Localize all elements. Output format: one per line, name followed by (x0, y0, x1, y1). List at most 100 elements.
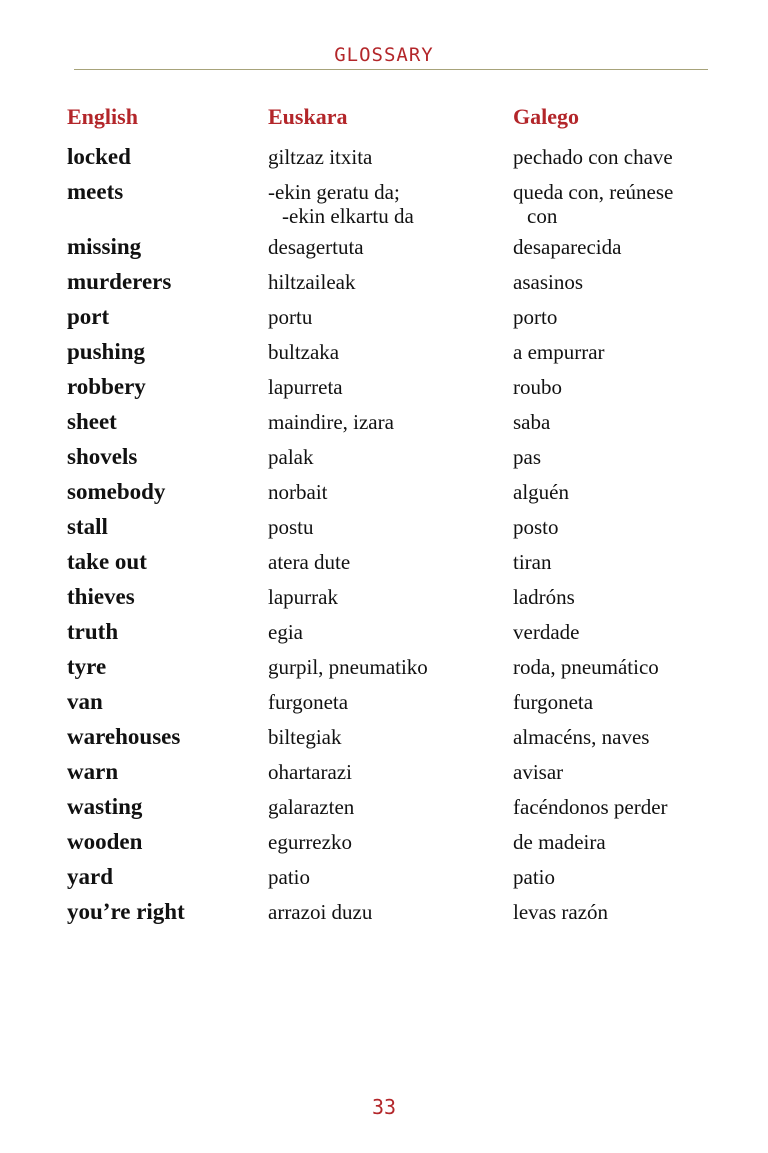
glossary-row: port portu porto (0, 305, 768, 340)
euskara-translation: lapurreta (268, 375, 343, 399)
euskara-translation-line: portu (268, 305, 313, 329)
euskara-translation-line: furgoneta (268, 690, 349, 714)
euskara-translation: hiltzaileak (268, 270, 355, 294)
euskara-translation: -ekin geratu da; -ekin elkartu da (268, 180, 414, 228)
galego-translation-line: furgoneta (513, 690, 594, 714)
euskara-translation: biltegiak (268, 725, 341, 749)
english-term: meets (67, 179, 124, 204)
euskara-translation-line: ohartarazi (268, 760, 352, 784)
euskara-translation-line: giltzaz itxita (268, 145, 373, 169)
column-header-galego: Galego (513, 104, 579, 129)
euskara-translation: lapurrak (268, 585, 338, 609)
euskara-translation: bultzaka (268, 340, 339, 364)
glossary-row: warn ohartarazi avisar (0, 760, 768, 795)
glossary-row: somebody norbait alguén (0, 480, 768, 515)
galego-translation-line: con (527, 204, 558, 228)
english-term: warehouses (67, 724, 181, 749)
euskara-translation: gurpil, pneumatiko (268, 655, 428, 679)
euskara-translation-line: galarazten (268, 795, 355, 819)
galego-translation: verdade (513, 620, 579, 644)
euskara-translation: egia (268, 620, 303, 644)
euskara-translation-line: patio (268, 865, 310, 889)
english-term: wasting (67, 794, 143, 819)
glossary-row: warehouses biltegiak almacéns, naves (0, 725, 768, 760)
galego-translation-line: facéndonos perder (513, 795, 668, 819)
euskara-translation-line: lapurrak (268, 585, 338, 609)
galego-translation-line: levas razón (513, 900, 609, 924)
glossary-row: shovels palak pas (0, 445, 768, 480)
galego-translation: posto (513, 515, 559, 539)
glossary-row: stall postu posto (0, 515, 768, 550)
glossary-row: wooden egurrezko de madeira (0, 830, 768, 865)
english-term: van (67, 689, 103, 714)
galego-translation-line: queda con, reúnese (513, 180, 674, 204)
english-term: you’re right (67, 899, 185, 924)
galego-translation: pechado con chave (513, 145, 673, 169)
galego-translation: facéndonos perder (513, 795, 668, 819)
column-header-euskara: Euskara (268, 104, 348, 129)
english-term: warn (67, 759, 119, 784)
glossary-row: murderers hiltzaileak asasinos (0, 270, 768, 305)
euskara-translation-line: gurpil, pneumatiko (268, 655, 428, 679)
galego-translation: porto (513, 305, 557, 329)
euskara-translation: giltzaz itxita (268, 145, 372, 169)
english-term: truth (67, 619, 119, 644)
english-term: take out (67, 549, 147, 574)
euskara-translation: palak (268, 445, 313, 469)
english-term: murderers (67, 269, 172, 294)
galego-translation: avisar (513, 760, 563, 784)
galego-translation-line: alguén (513, 480, 569, 504)
euskara-translation: galarazten (268, 795, 354, 819)
english-term: missing (67, 234, 142, 259)
galego-translation: de madeira (513, 830, 606, 854)
galego-translation: saba (513, 410, 550, 434)
glossary-row: pushing bultzaka a empurrar (0, 340, 768, 375)
english-term: robbery (67, 374, 146, 399)
glossary-row: robbery lapurreta roubo (0, 375, 768, 410)
euskara-translation-line: norbait (268, 480, 328, 504)
english-term: wooden (67, 829, 143, 854)
english-term: yard (67, 864, 113, 889)
galego-translation: patio (513, 865, 555, 889)
galego-translation: queda con, reúnese con (513, 180, 673, 228)
galego-translation-line: pas (513, 445, 541, 469)
galego-translation-line: tiran (513, 550, 552, 574)
galego-translation: levas razón (513, 900, 608, 924)
glossary-row: tyre gurpil, pneumatiko roda, pneumático (0, 655, 768, 690)
galego-translation-line: roubo (513, 375, 562, 399)
english-term: port (67, 304, 110, 329)
galego-translation: tiran (513, 550, 551, 574)
galego-translation: almacéns, naves (513, 725, 649, 749)
galego-translation-line: roda, pneumático (513, 655, 659, 679)
euskara-translation: ohartarazi (268, 760, 352, 784)
english-term: shovels (67, 444, 138, 469)
galego-translation: ladróns (513, 585, 575, 609)
page-header-title: GLOSSARY (334, 44, 434, 66)
glossary-row: yard patio patio (0, 865, 768, 900)
euskara-translation: portu (268, 305, 312, 329)
glossary-row: meets -ekin geratu da; -ekin elkartu da que… (0, 180, 768, 235)
euskara-translation: postu (268, 515, 314, 539)
galego-translation-line: ladróns (513, 585, 575, 609)
english-term: pushing (67, 339, 146, 364)
euskara-translation-line: bultzaka (268, 340, 340, 364)
glossary-row: missing desagertuta desaparecida (0, 235, 768, 270)
galego-translation: alguén (513, 480, 569, 504)
euskara-translation-line: biltegiak (268, 725, 342, 749)
euskara-translation: maindire, izara (268, 410, 394, 434)
galego-translation: furgoneta (513, 690, 593, 714)
galego-translation: a empurrar (513, 340, 605, 364)
galego-translation-line: de madeira (513, 830, 606, 854)
glossary-row: thieves lapurrak ladróns (0, 585, 768, 620)
galego-translation-line: asasinos (513, 270, 583, 294)
english-term: sheet (67, 409, 117, 434)
euskara-translation-line: -ekin elkartu da (282, 204, 414, 228)
galego-translation-line: a empurrar (513, 340, 605, 364)
glossary-row: take out atera dute tiran (0, 550, 768, 585)
glossary-row: sheet maindire, izara saba (0, 410, 768, 445)
euskara-translation-line: maindire, izara (268, 410, 394, 434)
euskara-translation: norbait (268, 480, 327, 504)
glossary-entries: locked giltzaz itxita pechado con chave mee… (0, 145, 768, 935)
galego-translation-line: verdade (513, 620, 580, 644)
euskara-translation-line: arrazoi duzu (268, 900, 373, 924)
